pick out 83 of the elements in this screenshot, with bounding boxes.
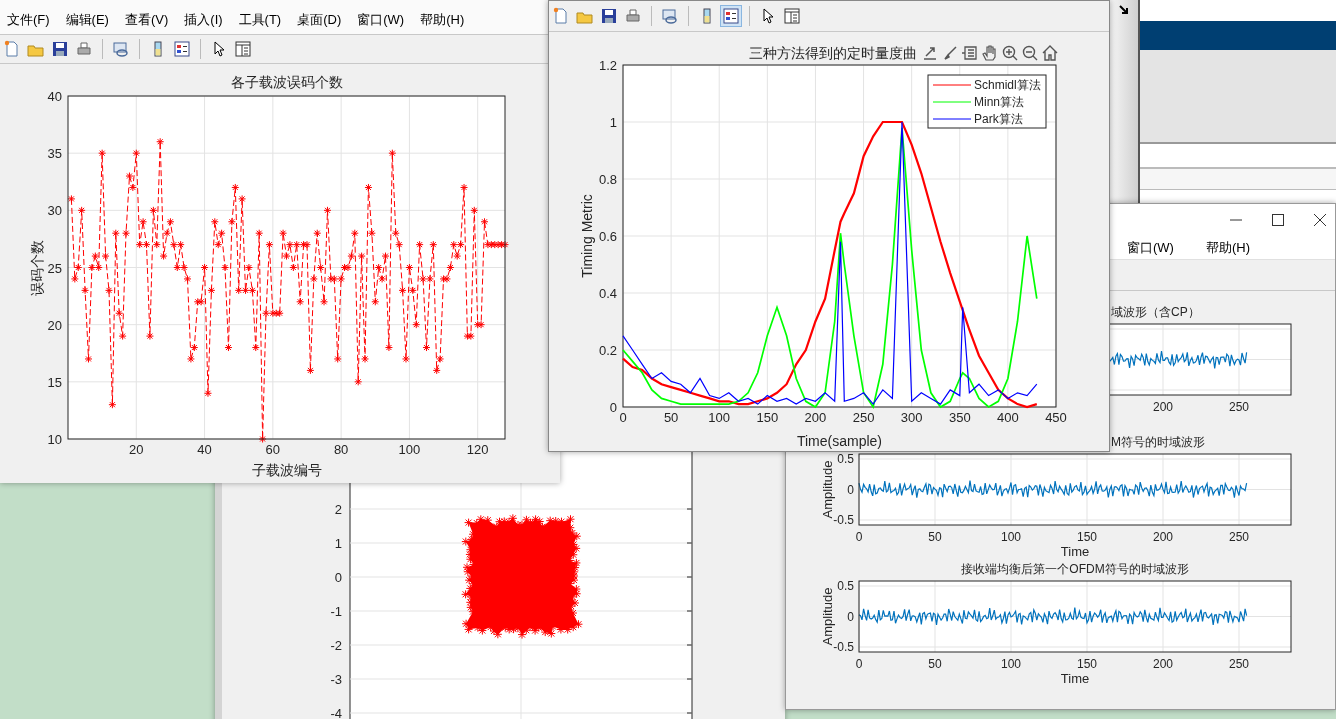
tick-label: 25 bbox=[47, 260, 62, 276]
tick-label: 100 bbox=[398, 442, 421, 457]
tick-label: 10 bbox=[47, 432, 62, 447]
tick-label: 35 bbox=[47, 146, 62, 162]
tick-label: 50 bbox=[928, 657, 942, 671]
chart-title: M符号的时域波形 bbox=[1111, 435, 1205, 449]
tick-label: 0.5 bbox=[837, 452, 854, 466]
tick-label: 1 bbox=[334, 536, 342, 551]
tick-label: 400 bbox=[997, 410, 1019, 425]
tick-label: 150 bbox=[756, 410, 779, 425]
tick-label: 2 bbox=[334, 502, 342, 517]
tick-label: 50 bbox=[928, 530, 942, 544]
axis-label: Time(sample) bbox=[797, 433, 882, 449]
tick-label: 0.8 bbox=[598, 172, 617, 187]
axis-label: 误码个数 bbox=[29, 239, 45, 296]
tick-label: 30 bbox=[47, 203, 62, 219]
tick-label: -4 bbox=[330, 706, 342, 719]
tick-label: 150 bbox=[1077, 657, 1097, 671]
menu-item[interactable]: 窗口(W) bbox=[354, 11, 408, 29]
menu-item[interactable]: 查看(V) bbox=[121, 11, 172, 29]
legend-label: Minn算法 bbox=[974, 95, 1024, 109]
chart-title: 域波形（含CP） bbox=[1111, 305, 1200, 319]
menu-item[interactable]: 编辑(E) bbox=[62, 11, 112, 29]
tick-label: 250 bbox=[1229, 400, 1249, 414]
chart-title: 接收端均衡后第一个OFDM符号的时域波形 bbox=[961, 562, 1189, 576]
legend-label: Schmidl算法 bbox=[974, 78, 1041, 92]
menu-item[interactable]: 帮助(H) bbox=[1202, 238, 1253, 257]
tick-label: 20 bbox=[129, 442, 144, 457]
tick-label: 60 bbox=[265, 442, 281, 457]
tick-label: 200 bbox=[1153, 400, 1173, 414]
tick-label: 0.4 bbox=[598, 286, 617, 301]
tick-label: 300 bbox=[900, 410, 923, 425]
tick-label: 200 bbox=[1153, 530, 1173, 544]
axis-label: 子载波编号 bbox=[251, 462, 322, 478]
tick-label: 200 bbox=[1153, 657, 1173, 671]
menu-item[interactable]: 桌面(D) bbox=[294, 11, 345, 29]
chart-title: 各子载波误码个数 bbox=[230, 74, 343, 90]
tick-label: 0 bbox=[855, 530, 863, 544]
axis-label: Time bbox=[1060, 671, 1090, 686]
tick-label: -3 bbox=[330, 672, 342, 687]
tick-label: 250 bbox=[1229, 530, 1249, 544]
tick-label: 0.2 bbox=[598, 343, 617, 358]
tick-label: 350 bbox=[948, 410, 971, 425]
tick-label: 100 bbox=[1001, 530, 1021, 544]
tick-label: 100 bbox=[708, 410, 731, 425]
tick-label: 450 bbox=[1045, 410, 1067, 425]
tick-label: 80 bbox=[333, 442, 349, 457]
tick-label: 100 bbox=[1001, 657, 1021, 671]
tick-label: 0 bbox=[855, 657, 863, 671]
tick-label: -0.5 bbox=[833, 513, 854, 527]
tick-label: 120 bbox=[466, 442, 489, 457]
menu-item[interactable]: 工具(T) bbox=[235, 11, 285, 29]
menu-item[interactable]: 帮助(H) bbox=[417, 11, 468, 29]
tick-label: 1.2 bbox=[598, 58, 617, 73]
tick-label: -2 bbox=[330, 638, 342, 653]
chart-title: 三种方法得到的定时量度曲 bbox=[749, 45, 917, 61]
menu-item[interactable]: 插入(I) bbox=[181, 11, 226, 29]
tick-label: 0 bbox=[334, 570, 342, 585]
axis-label: Timing Metric bbox=[579, 194, 595, 278]
axis-label: Time bbox=[1060, 544, 1090, 559]
tick-label: 15 bbox=[47, 374, 62, 390]
menu-item[interactable]: 文件(F) bbox=[4, 11, 53, 29]
tick-label: 50 bbox=[663, 410, 679, 425]
tick-label: -0.5 bbox=[833, 640, 854, 654]
axis-label: Amplitude bbox=[820, 460, 835, 519]
menu-item[interactable]: 窗口(W) bbox=[1124, 238, 1177, 257]
tick-label: 0 bbox=[619, 410, 627, 425]
tick-label: 0 bbox=[847, 482, 854, 497]
tick-label: 0 bbox=[609, 400, 617, 415]
tick-label: 40 bbox=[197, 442, 212, 457]
tick-label: 150 bbox=[1077, 530, 1097, 544]
tick-label: 1 bbox=[609, 115, 617, 130]
tick-label: 250 bbox=[1229, 657, 1249, 671]
tick-label: 0 bbox=[847, 609, 854, 624]
tick-label: 0.6 bbox=[598, 229, 617, 244]
legend-label: Park算法 bbox=[974, 112, 1023, 126]
tick-label: 200 bbox=[804, 410, 827, 425]
tick-label: 40 bbox=[47, 89, 62, 104]
tick-label: -1 bbox=[330, 604, 342, 619]
tick-label: 20 bbox=[47, 317, 62, 333]
tick-label: 250 bbox=[852, 410, 875, 425]
axis-label: Amplitude bbox=[820, 587, 835, 646]
tick-label: 0.5 bbox=[837, 579, 854, 593]
